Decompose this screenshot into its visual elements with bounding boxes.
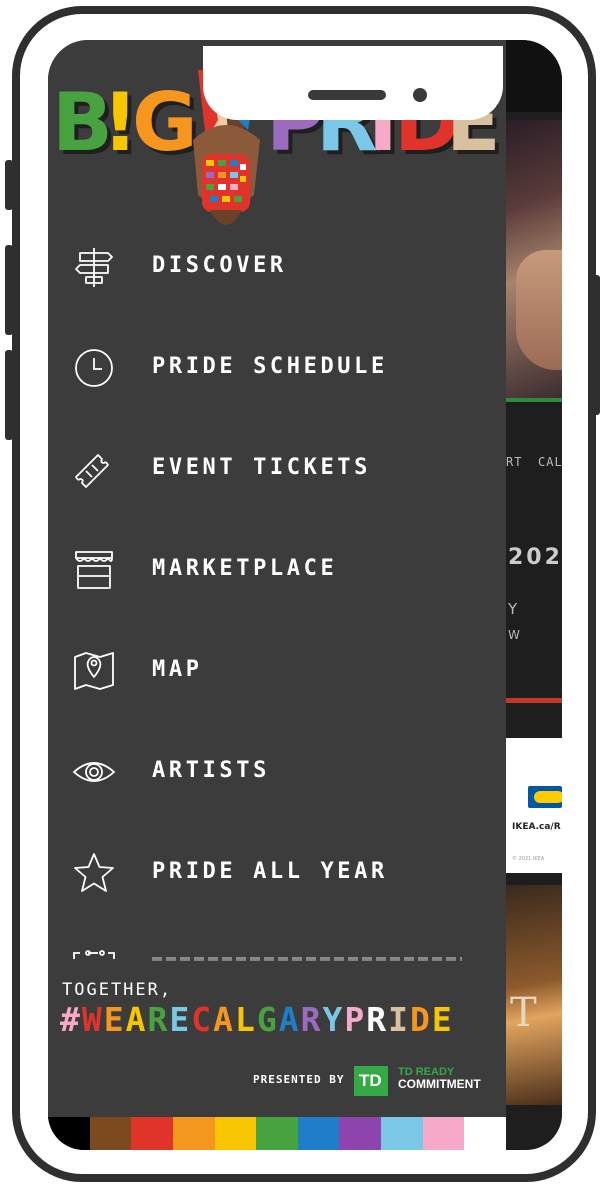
background-header xyxy=(506,40,562,112)
speaker-icon xyxy=(308,90,386,100)
hashtag-char: # xyxy=(60,1000,82,1039)
hashtag-char: R xyxy=(147,1000,170,1039)
menu-label: MAP xyxy=(152,657,203,682)
hashtag-char: G xyxy=(256,1000,279,1039)
drawer-footer: TOGETHER, #WEARECALGARYPRIDE PRESENTED B… xyxy=(48,970,506,1120)
hashtag-char: I xyxy=(388,1000,410,1039)
menu-item-pride-all-year[interactable]: PRIDE ALL YEAR xyxy=(68,841,488,901)
hashtag-char: L xyxy=(235,1000,257,1039)
ad-text: IKEA.ca/R xyxy=(512,822,561,832)
menu-item-pride-schedule[interactable]: PRIDE SCHEDULE xyxy=(68,336,488,396)
together-text: TOGETHER, xyxy=(62,980,173,1000)
signpost-icon xyxy=(72,245,116,289)
hashtag-char: A xyxy=(213,1000,235,1039)
background-tab-text: RT xyxy=(506,455,523,469)
menu-item-discover[interactable]: DISCOVER xyxy=(68,235,488,295)
hashtag-char: Y xyxy=(322,1000,345,1039)
hashtag-char: E xyxy=(431,1000,454,1039)
rainbow-segment xyxy=(172,1117,215,1150)
menu-label: ARTISTS xyxy=(152,758,270,783)
rainbow-segment xyxy=(464,1117,507,1150)
background-line: W xyxy=(508,628,522,642)
hashtag-char: E xyxy=(169,1000,192,1039)
menu-label: EVENT TICKETS xyxy=(152,455,371,480)
rainbow-segment xyxy=(339,1117,382,1150)
background-app[interactable]: RT CAL 2021 Y W IKEA.ca/R © 2021 IKEA T xyxy=(506,40,562,1150)
background-red-line xyxy=(506,698,562,703)
background-year: 2021 xyxy=(508,545,562,570)
storefront-icon xyxy=(72,548,116,592)
rainbow-stripe xyxy=(48,1117,507,1150)
rainbow-segment xyxy=(297,1117,340,1150)
background-hero-image xyxy=(506,120,562,400)
menu-item-artists[interactable]: ARTISTS xyxy=(68,740,488,800)
rainbow-segment xyxy=(48,1117,90,1150)
td-logo-icon: TD xyxy=(354,1066,388,1096)
background-ad[interactable]: IKEA.ca/R © 2021 IKEA xyxy=(506,738,562,873)
background-tab-text: CAL xyxy=(538,455,562,469)
hashtag-char: P xyxy=(344,1000,367,1039)
rainbow-segment xyxy=(256,1117,298,1150)
menu-label: MARKETPLACE xyxy=(152,556,338,581)
rainbow-segment xyxy=(422,1117,465,1150)
background-movie-image: T xyxy=(506,885,562,1105)
hashtag-text: #WEARECALGARYPRIDE xyxy=(60,1000,454,1039)
eye-icon xyxy=(72,750,116,794)
presented-by-text: PRESENTED BY xyxy=(253,1073,345,1086)
navigation-drawer: B ! G P R I D E DISCOVER PRIDE SCHEDULE … xyxy=(48,40,507,1150)
ticket-icon xyxy=(72,447,116,491)
star-icon xyxy=(72,851,116,895)
ad-fine-print: © 2021 IKEA xyxy=(512,856,545,862)
menu-item-event-tickets[interactable]: EVENT TICKETS xyxy=(68,437,488,497)
background-stripe xyxy=(506,398,562,402)
map-pin-icon xyxy=(72,649,116,693)
hashtag-char: A xyxy=(278,1000,301,1039)
menu-label: PRIDE ALL YEAR xyxy=(152,859,388,884)
hashtag-char: R xyxy=(300,1000,323,1039)
camera-icon xyxy=(413,88,427,102)
hashtag-char: E xyxy=(103,1000,126,1039)
hashtag-char: C xyxy=(191,1000,214,1039)
clock-icon xyxy=(72,346,116,390)
rainbow-segment xyxy=(214,1117,257,1150)
movie-letter: T xyxy=(510,990,537,1036)
phone-screen: RT CAL 2021 Y W IKEA.ca/R © 2021 IKEA T … xyxy=(48,40,562,1150)
hashtag-char: R xyxy=(366,1000,389,1039)
td-ready-commitment-logo: TD READY COMMITMENT xyxy=(398,1066,481,1091)
hashtag-char: D xyxy=(410,1000,432,1039)
background-line: Y xyxy=(508,600,520,618)
menu-label: PRIDE SCHEDULE xyxy=(152,354,388,379)
menu-label: DISCOVER xyxy=(152,253,287,278)
hashtag-char: W xyxy=(81,1000,104,1039)
rainbow-segment xyxy=(131,1117,173,1150)
menu-item-marketplace[interactable]: MARKETPLACE xyxy=(68,538,488,598)
phone-notch xyxy=(203,46,503,120)
menu-item-map[interactable]: MAP xyxy=(68,639,488,699)
rainbow-segment xyxy=(381,1117,423,1150)
rainbow-segment xyxy=(89,1117,132,1150)
ikea-logo-icon xyxy=(528,786,562,808)
hashtag-char: A xyxy=(125,1000,148,1039)
